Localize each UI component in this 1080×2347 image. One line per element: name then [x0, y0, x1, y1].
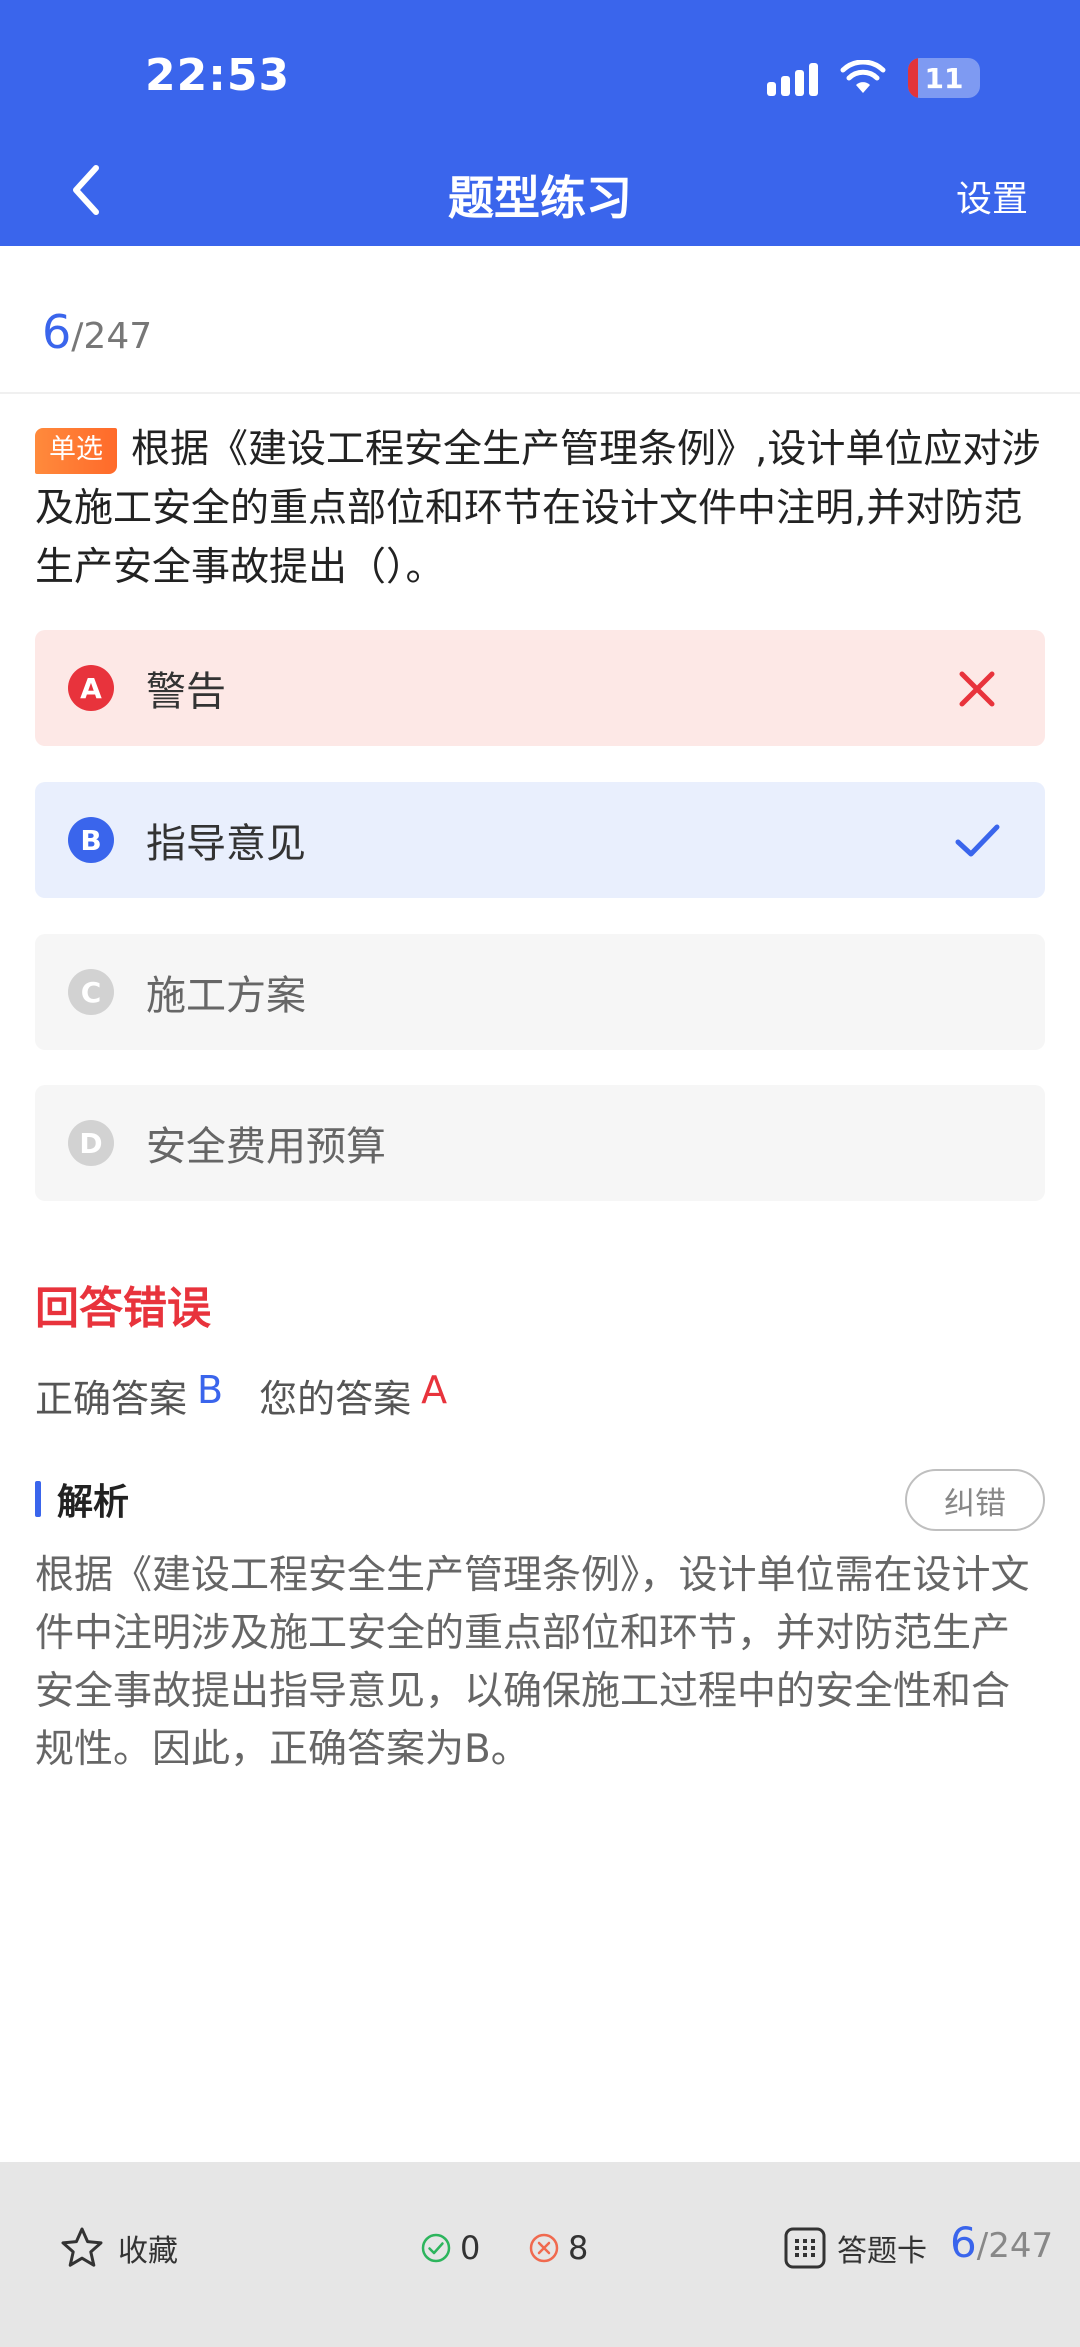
option-letter: A: [68, 665, 114, 711]
answer-card-label: 答题卡: [837, 2234, 927, 2269]
correct-answer-label: 正确答案: [35, 1377, 188, 1421]
status-time: 22:53: [145, 50, 291, 101]
option-letter: B: [68, 817, 114, 863]
divider: [0, 392, 1080, 394]
question-progress: 6/247: [42, 305, 152, 359]
option-a[interactable]: A 警告: [35, 630, 1045, 746]
option-letter: C: [68, 969, 114, 1015]
check-icon: [955, 824, 1000, 857]
battery-level: 11: [924, 61, 964, 95]
bottom-progress-total: /247: [976, 2226, 1054, 2266]
analysis-header: 解析: [35, 1477, 129, 1523]
answer-summary: 正确答案 B 您的答案 A: [35, 1368, 447, 1423]
cross-circle-icon: [529, 2233, 559, 2263]
option-c[interactable]: C 施工方案: [35, 934, 1045, 1050]
grid-icon: [784, 2227, 826, 2269]
option-d[interactable]: D 安全费用预算: [35, 1085, 1045, 1201]
question-block: 单选 根据《建设工程安全生产管理条例》,设计单位应对涉及施工安全的重点部位和环节在…: [35, 420, 1045, 597]
cross-icon: [959, 671, 995, 707]
top-header: 22:53 11 题型练习 设置: [0, 0, 1080, 246]
result-title: 回答错误: [35, 1283, 211, 1334]
bottom-progress-current: 6: [950, 2218, 977, 2267]
option-text: 指导意见: [146, 821, 306, 867]
report-error-button[interactable]: 纠错: [905, 1469, 1045, 1531]
your-answer-label: 您的答案: [259, 1377, 412, 1421]
answer-card-button[interactable]: 答题卡: [783, 2226, 927, 2270]
wrong-count-value: 8: [568, 2229, 589, 2267]
correct-answer-value: B: [197, 1368, 224, 1412]
status-icons: 11: [767, 58, 980, 98]
wrong-count: 8: [528, 2229, 588, 2267]
favorite-label: 收藏: [118, 2234, 178, 2269]
star-outline-icon: [61, 2227, 103, 2267]
option-text: 警告: [146, 669, 226, 715]
your-answer-value: A: [421, 1368, 448, 1412]
settings-button[interactable]: 设置: [956, 170, 1028, 222]
option-text: 安全费用预算: [146, 1124, 386, 1170]
option-b[interactable]: B 指导意见: [35, 782, 1045, 898]
analysis-text: 根据《建设工程安全生产管理条例》，设计单位需在设计文件中注明涉及施工安全的重点部…: [35, 1553, 1030, 1772]
question-type-tag: 单选: [35, 428, 117, 474]
check-circle-icon: [421, 2233, 451, 2263]
correct-count-value: 0: [460, 2229, 481, 2267]
option-text: 施工方案: [146, 973, 306, 1019]
progress-current: 6: [42, 305, 72, 359]
section-accent-bar: [35, 1481, 41, 1517]
favorite-button[interactable]: 收藏: [60, 2226, 178, 2270]
bottom-toolbar: 收藏 0 8 答题卡 6/247: [0, 2162, 1080, 2347]
page-title: 题型练习: [448, 171, 632, 225]
bottom-progress: 6/247: [950, 2218, 1053, 2267]
option-letter: D: [68, 1120, 114, 1166]
question-text: 根据《建设工程安全生产管理条例》,设计单位应对涉及施工安全的重点部位和环节在设计…: [35, 427, 1041, 590]
battery-icon: 11: [908, 58, 980, 98]
progress-total: /247: [71, 316, 153, 357]
wifi-icon: [840, 60, 886, 93]
cellular-signal-icon: [767, 60, 818, 96]
analysis-title: 解析: [57, 1482, 130, 1523]
correct-count: 0: [420, 2229, 480, 2267]
